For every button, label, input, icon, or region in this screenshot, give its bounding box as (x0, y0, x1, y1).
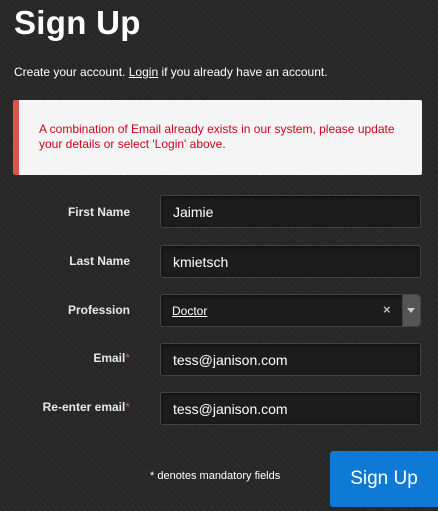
last-name-field[interactable] (160, 245, 421, 278)
first-name-field[interactable] (160, 195, 421, 228)
login-link[interactable]: Login (129, 65, 158, 79)
last-name-label: Last Name (69, 254, 130, 268)
reenter-email-label: Re-enter email* (43, 400, 130, 414)
page-title: Sign Up (14, 4, 141, 41)
clear-selection-icon[interactable]: × (383, 302, 391, 317)
email-label-text: Email (93, 351, 126, 365)
subtitle-prefix: Create your account. (14, 65, 126, 79)
profession-selected-value: Doctor (172, 304, 208, 318)
email-field[interactable] (160, 343, 421, 376)
required-marker: * (125, 351, 130, 365)
required-marker: * (125, 400, 130, 414)
dropdown-toggle[interactable] (402, 295, 420, 326)
profession-label: Profession (67, 303, 130, 317)
signup-button[interactable]: Sign Up (330, 451, 438, 507)
first-name-label: First Name (67, 205, 130, 219)
page-subtitle: Create your account. Login if you alread… (14, 65, 328, 79)
subtitle-suffix: if you already have an account. (161, 65, 328, 79)
reenter-email-label-text: Re-enter email (42, 400, 126, 414)
mandatory-fields-note: * denotes mandatory fields (150, 470, 281, 482)
email-label: Email* (93, 351, 130, 365)
chevron-down-icon (407, 308, 415, 313)
reenter-email-field[interactable] (160, 392, 421, 425)
error-alert-message: A combination of Email already exists in… (39, 122, 395, 151)
error-alert: A combination of Email already exists in… (13, 100, 422, 175)
profession-select[interactable]: Doctor × (160, 294, 421, 327)
